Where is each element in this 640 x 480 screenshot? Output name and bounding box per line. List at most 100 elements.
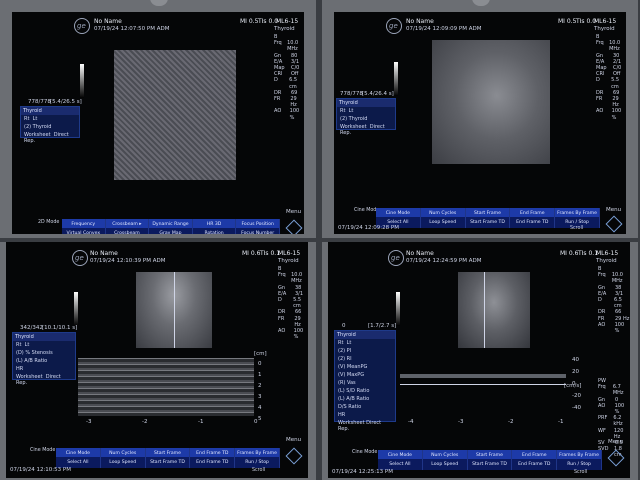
imaging-params: B Frq 10.0 MHz Gn 38 E/A 3/1 D 5.5 cm DR 66 FR 29 Hz… bbox=[278, 266, 308, 340]
panel-item[interactable]: (R) Vas bbox=[335, 379, 395, 387]
trackball-icon[interactable] bbox=[285, 219, 303, 234]
ultrasound-image bbox=[136, 272, 212, 348]
param-key: AO bbox=[274, 108, 282, 115]
softkey-button[interactable]: End Frame TD bbox=[190, 457, 236, 468]
menu-label: Menu bbox=[606, 207, 622, 213]
cine-counter: 342/342 bbox=[20, 325, 43, 331]
softkey-button[interactable]: Run / Stop bbox=[557, 459, 602, 470]
panel-item[interactable]: HR bbox=[13, 365, 75, 373]
ge-logo-icon: ge bbox=[386, 18, 402, 34]
axis-tick-label: 0 bbox=[572, 381, 576, 387]
param-key: D bbox=[278, 297, 282, 304]
menu-label: Menu bbox=[286, 437, 302, 443]
panel-item[interactable]: (2) RI bbox=[335, 355, 395, 363]
softkey-button[interactable]: End Frame TD bbox=[510, 217, 556, 228]
scroll-label: Scroll bbox=[574, 470, 588, 475]
axis-tick-label: -40 bbox=[572, 405, 581, 411]
panel-item[interactable]: D/S Ratio bbox=[335, 403, 395, 411]
softkey-button[interactable]: Loop Speed bbox=[101, 457, 146, 468]
tis-index: TIs 0.0 bbox=[258, 18, 279, 25]
mmode-cursor-line[interactable] bbox=[174, 272, 175, 348]
scroll-label: Scroll bbox=[570, 226, 584, 231]
patient-name: No Name bbox=[90, 250, 118, 257]
probe-name: ML6-15 bbox=[596, 250, 619, 257]
cine-counter: 0 bbox=[342, 323, 346, 329]
param-key: D bbox=[596, 77, 600, 84]
mi-index: MI 0.6 bbox=[242, 250, 261, 257]
tis-index: TIs 0.0 bbox=[576, 18, 597, 25]
param-row: AO 100 % bbox=[278, 328, 308, 340]
param-value: 100 % bbox=[293, 328, 304, 341]
panel-item[interactable]: (2) Thyroid bbox=[337, 115, 395, 123]
param-key: FR bbox=[274, 96, 281, 103]
exam-datetime: 07/19/24 12:24:59 PM ADM bbox=[406, 258, 482, 264]
panel-footer[interactable]: Worksheet Direct Rep. bbox=[335, 419, 395, 433]
grayscale-bar bbox=[394, 62, 398, 96]
softkey-bar-secondary: Virtual Convex Crossbeam Gray Map Rotation F… bbox=[62, 228, 280, 234]
softkey-button[interactable]: Start Frame TD bbox=[146, 457, 191, 468]
param-key: D bbox=[274, 77, 278, 84]
monitor-top-left: ge No Name 07/19/24 12:07:50 PM ADM MI 0… bbox=[0, 0, 316, 238]
softkey-button[interactable]: Loop Speed bbox=[421, 217, 466, 228]
softkey-button[interactable]: Loop Speed bbox=[423, 459, 468, 470]
axis-tick-label: -3 bbox=[86, 419, 92, 425]
softkey-button[interactable]: Rotation bbox=[193, 228, 237, 234]
param-value: 6.2 kHz bbox=[613, 415, 623, 428]
param-value: 10.0 MHz bbox=[611, 272, 623, 285]
exam-datetime: 07/19/24 12:10:39 PM ADM bbox=[90, 258, 166, 264]
panel-item[interactable]: (L) A/B Ratio bbox=[13, 357, 75, 365]
softkey-button[interactable]: End Frame TD bbox=[512, 459, 558, 470]
param-value: 100 % bbox=[611, 108, 622, 121]
patient-name: No Name bbox=[94, 18, 122, 25]
mode-indicator: Cine Mode bbox=[30, 448, 56, 453]
ultrasound-screen-2d: ge No Name 07/19/24 12:07:50 PM ADM MI 0… bbox=[12, 12, 304, 234]
panel-item[interactable]: (D) % Stenosis bbox=[13, 349, 75, 357]
param-key: FR bbox=[596, 96, 603, 103]
panel-footer[interactable]: Worksheet Direct Rep. bbox=[21, 131, 79, 145]
preset-name: Thyroid bbox=[596, 258, 617, 264]
scroll-label: Scroll bbox=[252, 468, 266, 473]
measurement-panel: Thyroid Rt Lt (2) PI (2) RI (V) MeanPG (V) … bbox=[334, 330, 396, 432]
param-row: FR 29 Hz bbox=[596, 96, 626, 108]
grayscale-bar bbox=[80, 64, 84, 98]
panel-item[interactable]: (V) MeanPG bbox=[335, 363, 395, 371]
panel-item[interactable]: (2) Thyroid bbox=[21, 123, 79, 131]
measurement-panel: Thyroid Rt Lt (D) % Stenosis (L) A/B Rat… bbox=[12, 332, 76, 386]
grayscale-bar bbox=[74, 292, 78, 326]
param-key: AO bbox=[278, 328, 286, 335]
panel-item[interactable]: (V) MaxPG bbox=[335, 371, 395, 379]
panel-footer[interactable]: Worksheet Direct Rep. bbox=[13, 373, 75, 387]
softkey-button[interactable]: Gray Map bbox=[149, 228, 193, 234]
exam-datetime: 07/19/24 12:07:50 PM ADM bbox=[94, 26, 170, 32]
imaging-params: B Frq 10.0 MHz Gn 38 E/A 3/1 D 6.5 cm DR 66 FR 29 Hz… bbox=[598, 266, 630, 334]
patient-name: No Name bbox=[406, 18, 434, 25]
axis-tick-label: 1 bbox=[258, 372, 262, 378]
param-value: 6.5 cm bbox=[289, 77, 298, 90]
footer-time: 07/19/24 12:25:13 PM bbox=[332, 469, 393, 475]
param-key: Frq bbox=[274, 40, 282, 47]
trackball-icon[interactable] bbox=[285, 447, 303, 465]
softkey-button[interactable]: Virtual Convex bbox=[62, 228, 106, 234]
panel-item[interactable]: (L) S/D Ratio bbox=[335, 387, 395, 395]
panel-footer[interactable]: Worksheet Direct Rep. bbox=[337, 123, 395, 137]
panel-item[interactable]: (L) A/B Ratio bbox=[335, 395, 395, 403]
panel-item[interactable]: (2) PI bbox=[335, 347, 395, 355]
axis-tick-label: 5 bbox=[258, 416, 262, 422]
softkey-button[interactable]: Start Frame TD bbox=[466, 217, 511, 228]
tis-index: TIs 0.1 bbox=[578, 250, 599, 257]
softkey-button[interactable]: Focus Number bbox=[236, 228, 280, 234]
panel-columns: Rt Lt bbox=[340, 108, 354, 114]
softkey-button[interactable]: Crossbeam bbox=[106, 228, 150, 234]
grayscale-bar bbox=[396, 292, 400, 326]
axis-tick-label: 0 bbox=[254, 419, 258, 425]
param-row: AO 100 % bbox=[598, 322, 630, 334]
trackball-icon[interactable] bbox=[605, 215, 623, 233]
param-value: 29 Hz bbox=[612, 96, 619, 109]
axis-tick-label: -2 bbox=[142, 419, 148, 425]
doppler-cursor-line[interactable] bbox=[484, 272, 485, 348]
panel-item[interactable]: HR bbox=[335, 411, 395, 419]
monitor-hinge bbox=[472, 0, 490, 6]
softkey-button[interactable]: Run / Stop bbox=[235, 457, 280, 468]
imaging-params: B Frq 10.0 MHz Gn 80 E/A 3/1 Map C/0 CRI Off D 6.5 c… bbox=[274, 34, 304, 121]
softkey-button[interactable]: Start Frame TD bbox=[468, 459, 513, 470]
